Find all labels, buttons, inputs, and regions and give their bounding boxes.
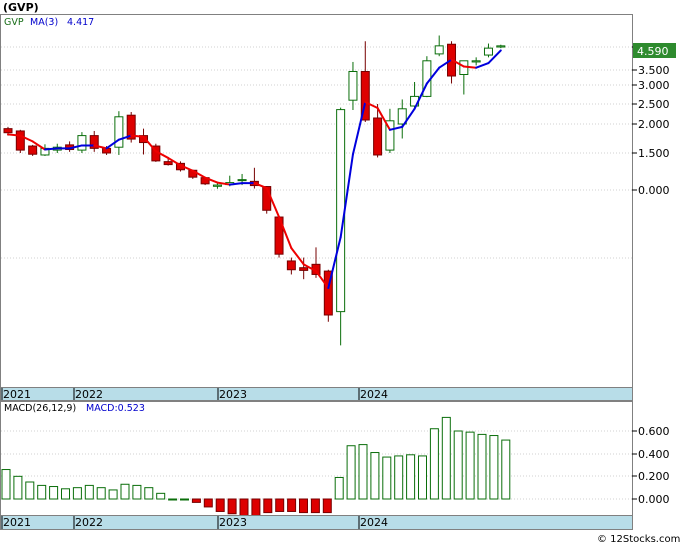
macd-bar	[168, 498, 178, 501]
macd-bar	[299, 498, 308, 514]
macd-year-label: 2024	[360, 516, 388, 529]
price-tick-label: 2.000	[638, 118, 670, 131]
ma-line-segment	[43, 147, 59, 151]
price-year-label: 2021	[3, 388, 31, 401]
macd-bar	[322, 498, 332, 514]
candle-body	[434, 45, 444, 55]
macd-year-label: 2022	[75, 516, 103, 529]
macd-bar	[61, 488, 70, 500]
legend-symbol: GVP	[4, 17, 24, 28]
candle-body	[483, 47, 493, 56]
macd-tick-label: 0.000	[638, 493, 670, 506]
macd-bar	[1, 469, 11, 500]
macd-legend-value: MACD:0.523	[86, 403, 145, 414]
ma-line-segment	[130, 134, 145, 138]
chart-title: (GVP)	[3, 1, 39, 14]
candle-body	[348, 71, 358, 101]
macd-bar	[180, 498, 189, 501]
macd-bar	[406, 454, 416, 500]
macd-bar	[382, 456, 392, 500]
legend-ma-value: 4.417	[67, 17, 94, 28]
price-year-label: 2022	[75, 388, 103, 401]
candle-body	[286, 260, 296, 271]
macd-tick-label: 0.600	[638, 425, 670, 438]
price-tick-label: 2.500	[638, 98, 670, 111]
macd-bar	[489, 435, 499, 500]
price-tick-label: 3.000	[638, 79, 670, 92]
macd-bar	[453, 430, 463, 500]
last-price-label: 4.590	[637, 45, 669, 58]
macd-bar	[501, 439, 511, 500]
macd-bar	[227, 498, 237, 515]
macd-bar	[144, 487, 154, 500]
legend-ma-label: MA(3)	[30, 17, 58, 28]
macd-bar	[84, 484, 94, 500]
stock-chart: 4.5003.5003.0002.5002.0001.5000.000 (GVP…	[0, 1, 680, 545]
macd-bar	[156, 492, 166, 500]
ma-line-segment	[462, 65, 478, 69]
macd-bar	[108, 489, 118, 500]
macd-legend-label: MACD(26,12,9)	[4, 403, 76, 414]
candle-body	[336, 109, 346, 313]
macd-bar	[370, 452, 380, 500]
macd-bar	[215, 498, 225, 512]
macd-bar	[120, 483, 130, 500]
macd-bar	[132, 484, 142, 500]
macd-year-label: 2021	[3, 516, 31, 529]
candle-body	[15, 130, 25, 151]
macd-bar	[287, 498, 297, 512]
ma-line-segment	[7, 133, 22, 137]
macd-bar	[49, 486, 59, 500]
candle-body	[77, 135, 87, 151]
macd-bar	[346, 445, 356, 500]
price-year-label: 2023	[219, 388, 247, 401]
macd-bar	[418, 455, 427, 500]
macd-bar	[239, 498, 249, 518]
macd-bar	[72, 487, 82, 500]
candle-body	[28, 145, 38, 155]
macd-bar	[25, 481, 35, 500]
macd-bar	[251, 498, 261, 517]
price-tick-label: 3.500	[638, 64, 670, 77]
candle-body	[163, 161, 173, 166]
candle-body	[373, 117, 383, 156]
macd-bar	[203, 498, 213, 508]
macd-bar	[96, 487, 106, 500]
macd-bar	[429, 428, 439, 500]
macd-bar	[441, 416, 451, 500]
macd-bar	[358, 444, 368, 500]
macd-bar	[477, 433, 487, 500]
macd-bar	[263, 498, 273, 514]
macd-tick-label: 0.200	[638, 470, 670, 483]
price-year-label: 2024	[360, 388, 388, 401]
macd-bar	[310, 498, 320, 514]
macd-tick-label: 0.400	[638, 448, 670, 461]
candle-body	[471, 60, 481, 63]
macd-bar	[275, 498, 285, 512]
macd-year-label: 2023	[219, 516, 247, 529]
candle-body	[496, 45, 506, 48]
macd-bar	[394, 455, 404, 500]
macd-bar	[37, 484, 47, 500]
price-tick-label: 0.000	[638, 184, 670, 197]
macd-bar	[465, 431, 475, 500]
candle-body	[237, 179, 247, 182]
macd-bar	[334, 476, 344, 500]
candle-body	[3, 128, 13, 134]
price-tick-label: 1.500	[638, 147, 670, 160]
candle-body	[299, 267, 309, 271]
macd-bar	[13, 475, 23, 500]
macd-panel	[0, 401, 633, 516]
watermark: © 12Stocks.com	[597, 534, 680, 545]
macd-bar	[191, 498, 201, 503]
candle-body	[212, 184, 222, 187]
